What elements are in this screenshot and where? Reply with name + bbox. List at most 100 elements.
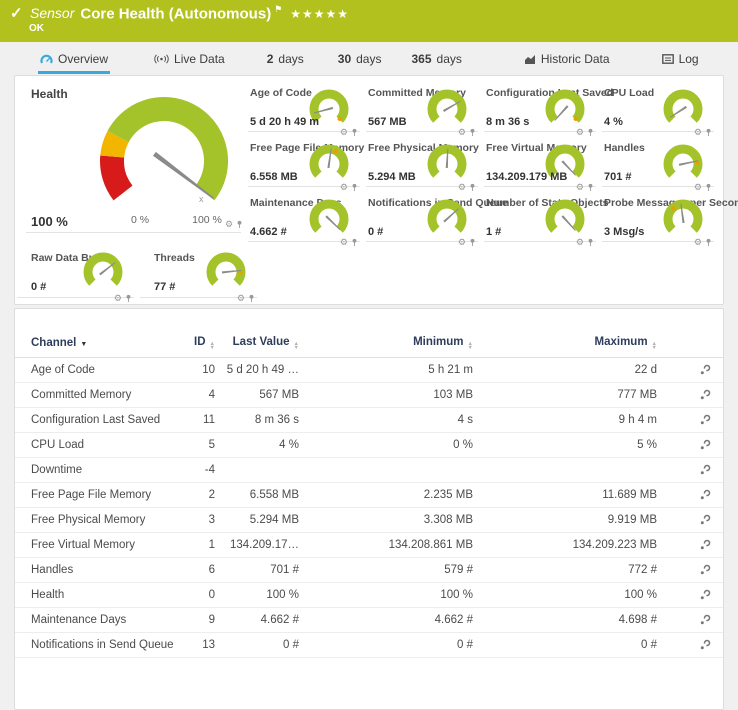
- sort-icon: ▲▼: [652, 342, 657, 350]
- channel-id: 1: [181, 539, 215, 551]
- table-row[interactable]: Health0100 %100 %100 %: [15, 583, 723, 608]
- gear-icon[interactable]: ⚙: [576, 238, 584, 247]
- pin-icon[interactable]: [351, 183, 358, 192]
- gear-icon[interactable]: ⚙: [458, 238, 466, 247]
- channel-name[interactable]: CPU Load: [31, 439, 181, 451]
- table-row[interactable]: Committed Memory4567 MB103 MB777 MB: [15, 383, 723, 408]
- gear-icon[interactable]: ⚙: [576, 183, 584, 192]
- gauge-cell: Number of State Objects 1 # ⚙: [482, 193, 600, 248]
- gear-icon[interactable]: ⚙: [694, 128, 702, 137]
- table-row[interactable]: Free Virtual Memory1134.209.17…134.208.8…: [15, 533, 723, 558]
- table-row[interactable]: Configuration Last Saved118 m 36 s4 s9 h…: [15, 408, 723, 433]
- health-gauge-panel: Health x 100 % 0 % 100 % ⚙: [15, 76, 246, 248]
- pin-icon[interactable]: [587, 183, 594, 192]
- table-row[interactable]: CPU Load54 %0 %5 %: [15, 433, 723, 458]
- tab-365-days[interactable]: 365days: [409, 52, 463, 74]
- gear-icon[interactable]: ⚙: [576, 128, 584, 137]
- gauges-panel: Health x 100 % 0 % 100 % ⚙ Age of Code 5…: [14, 75, 724, 305]
- channel-name[interactable]: Free Page File Memory: [31, 489, 181, 501]
- channel-name[interactable]: Configuration Last Saved: [31, 414, 181, 426]
- pin-icon[interactable]: [587, 128, 594, 137]
- channel-name[interactable]: Free Virtual Memory: [31, 539, 181, 551]
- pin-icon[interactable]: [469, 128, 476, 137]
- gauge-title: Health: [31, 87, 68, 101]
- pin-icon[interactable]: [469, 238, 476, 247]
- channel-settings-wrench-icon[interactable]: [699, 514, 711, 526]
- channel-name[interactable]: Health: [31, 589, 181, 601]
- gauge-dial: [425, 87, 469, 131]
- column-header-maximum[interactable]: Maximum▲▼: [473, 336, 657, 350]
- tab-overview[interactable]: Overview: [38, 52, 110, 74]
- gear-icon[interactable]: ⚙: [458, 183, 466, 192]
- channel-name[interactable]: Notifications in Send Queue: [31, 639, 181, 651]
- pin-icon[interactable]: [236, 220, 243, 229]
- maximum: 100 %: [473, 589, 657, 601]
- gauge-value: 567 MB: [368, 116, 407, 128]
- column-header-id[interactable]: ID▲▼: [181, 336, 215, 350]
- column-header-last-value[interactable]: Last Value▲▼: [215, 336, 299, 350]
- tab-30-days[interactable]: 30days: [336, 52, 384, 74]
- channel-settings-wrench-icon[interactable]: [699, 639, 711, 651]
- gauge-cell: Configuration Last Saved 8 m 36 s ⚙: [482, 83, 600, 138]
- flag-icon[interactable]: ⚑: [274, 4, 282, 14]
- gauge-title: Age of Code: [250, 87, 312, 99]
- pin-icon[interactable]: [705, 183, 712, 192]
- last-value: 6.558 MB: [215, 489, 299, 501]
- pin-icon[interactable]: [705, 128, 712, 137]
- last-value: 8 m 36 s: [215, 414, 299, 426]
- table-row[interactable]: Handles6701 #579 #772 #: [15, 558, 723, 583]
- gear-icon[interactable]: ⚙: [694, 183, 702, 192]
- gear-icon[interactable]: ⚙: [340, 183, 348, 192]
- gear-icon[interactable]: ⚙: [225, 220, 233, 229]
- channel-name[interactable]: Maintenance Days: [31, 614, 181, 626]
- table-row[interactable]: Free Physical Memory35.294 MB3.308 MB9.9…: [15, 508, 723, 533]
- tab-log[interactable]: Log: [660, 52, 701, 74]
- gear-icon[interactable]: ⚙: [458, 128, 466, 137]
- channel-settings-wrench-icon[interactable]: [699, 439, 711, 451]
- channel-settings-wrench-icon[interactable]: [699, 414, 711, 426]
- last-value: 134.209.17…: [215, 539, 299, 551]
- gear-icon[interactable]: ⚙: [340, 128, 348, 137]
- tab-unit: days: [356, 52, 381, 66]
- gauge-cell: Raw Data Buffer 0 # ⚙: [15, 248, 138, 304]
- last-value: 5 d 20 h 49 …: [215, 364, 299, 376]
- channel-name[interactable]: Committed Memory: [31, 389, 181, 401]
- table-row[interactable]: Free Page File Memory26.558 MB2.235 MB11…: [15, 483, 723, 508]
- channel-settings-wrench-icon[interactable]: [699, 589, 711, 601]
- channel-name[interactable]: Free Physical Memory: [31, 514, 181, 526]
- tab-live-data[interactable]: Live Data: [152, 52, 227, 74]
- column-header-minimum[interactable]: Minimum▲▼: [299, 336, 473, 350]
- pin-icon[interactable]: [351, 128, 358, 137]
- gauge-dial: [661, 142, 705, 186]
- pin-icon[interactable]: [248, 294, 255, 303]
- channel-settings-wrench-icon[interactable]: [699, 489, 711, 501]
- channel-settings-wrench-icon[interactable]: [699, 614, 711, 626]
- pin-icon[interactable]: [351, 238, 358, 247]
- gear-icon[interactable]: ⚙: [114, 294, 122, 303]
- channel-name[interactable]: Handles: [31, 564, 181, 576]
- table-row[interactable]: Age of Code105 d 20 h 49 …5 h 21 m22 d: [15, 358, 723, 383]
- pin-icon[interactable]: [587, 238, 594, 247]
- gauge-value: 701 #: [604, 171, 632, 183]
- pin-icon[interactable]: [705, 238, 712, 247]
- table-row[interactable]: Notifications in Send Queue130 #0 #0 #: [15, 633, 723, 658]
- channel-name[interactable]: Downtime: [31, 464, 181, 476]
- column-header-channel[interactable]: Channel▼: [31, 337, 181, 349]
- tab-historic-data[interactable]: Historic Data: [522, 52, 612, 74]
- pin-icon[interactable]: [125, 294, 132, 303]
- channel-settings-wrench-icon[interactable]: [699, 564, 711, 576]
- gear-icon[interactable]: ⚙: [340, 238, 348, 247]
- gear-icon[interactable]: ⚙: [694, 238, 702, 247]
- gear-icon[interactable]: ⚙: [237, 294, 245, 303]
- channel-settings-wrench-icon[interactable]: [699, 539, 711, 551]
- channel-settings-wrench-icon[interactable]: [699, 464, 711, 476]
- table-row[interactable]: Downtime-4: [15, 458, 723, 483]
- channel-settings-wrench-icon[interactable]: [699, 389, 711, 401]
- pin-icon[interactable]: [469, 183, 476, 192]
- channel-settings-wrench-icon[interactable]: [699, 364, 711, 376]
- table-row[interactable]: Maintenance Days94.662 #4.662 #4.698 #: [15, 608, 723, 633]
- priority-stars[interactable]: ★★★★★: [290, 7, 349, 21]
- channel-name[interactable]: Age of Code: [31, 364, 181, 376]
- gauge-value: 5.294 MB: [368, 171, 416, 183]
- tab-2-days[interactable]: 2days: [265, 52, 306, 74]
